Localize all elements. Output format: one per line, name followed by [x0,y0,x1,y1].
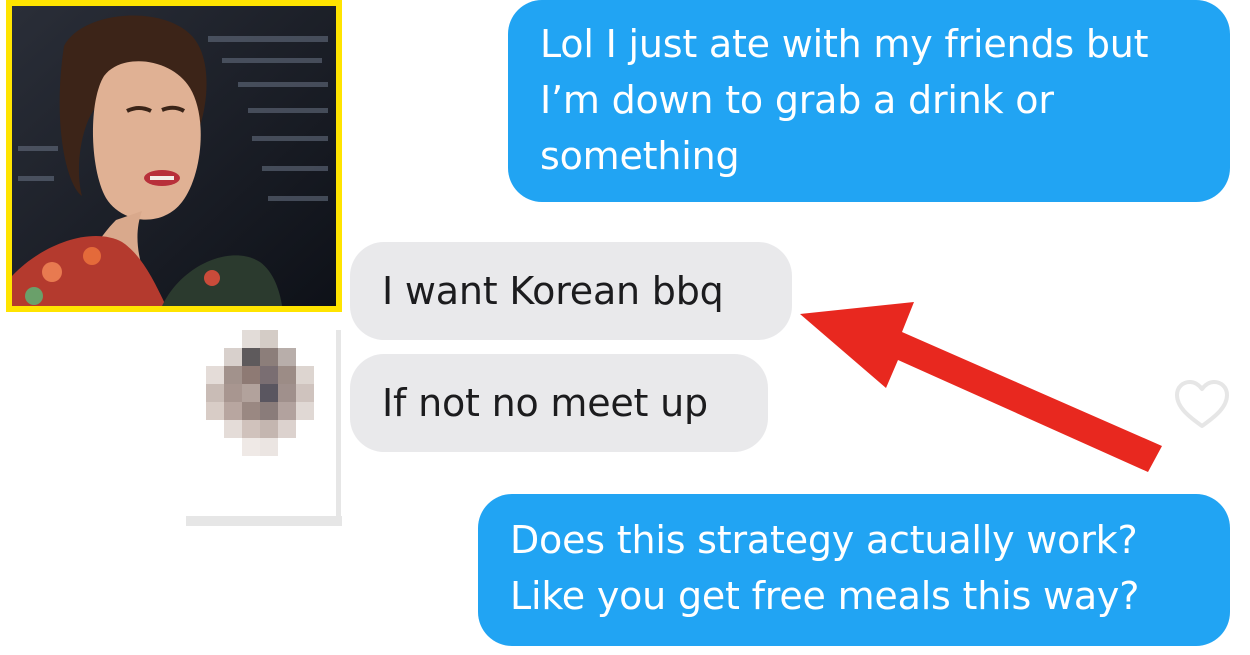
contact-avatar[interactable] [206,330,330,456]
reaction-photo [6,0,342,312]
divider-vertical [336,330,341,526]
reaction-photo-image [12,6,336,306]
message-incoming[interactable]: I want Korean bbq [350,242,792,340]
divider-horizontal [186,516,342,526]
pixelated-avatar-image [206,330,330,456]
message-incoming[interactable]: If not no meet up [350,354,768,452]
heart-outline-icon[interactable] [1174,380,1230,430]
chat-thread: Lol I just ate with my friends but I’m d… [0,0,1250,655]
message-outgoing[interactable]: Does this strategy actually work? Like y… [478,494,1230,646]
red-arrow-icon [790,296,1170,486]
message-outgoing[interactable]: Lol I just ate with my friends but I’m d… [508,0,1230,202]
